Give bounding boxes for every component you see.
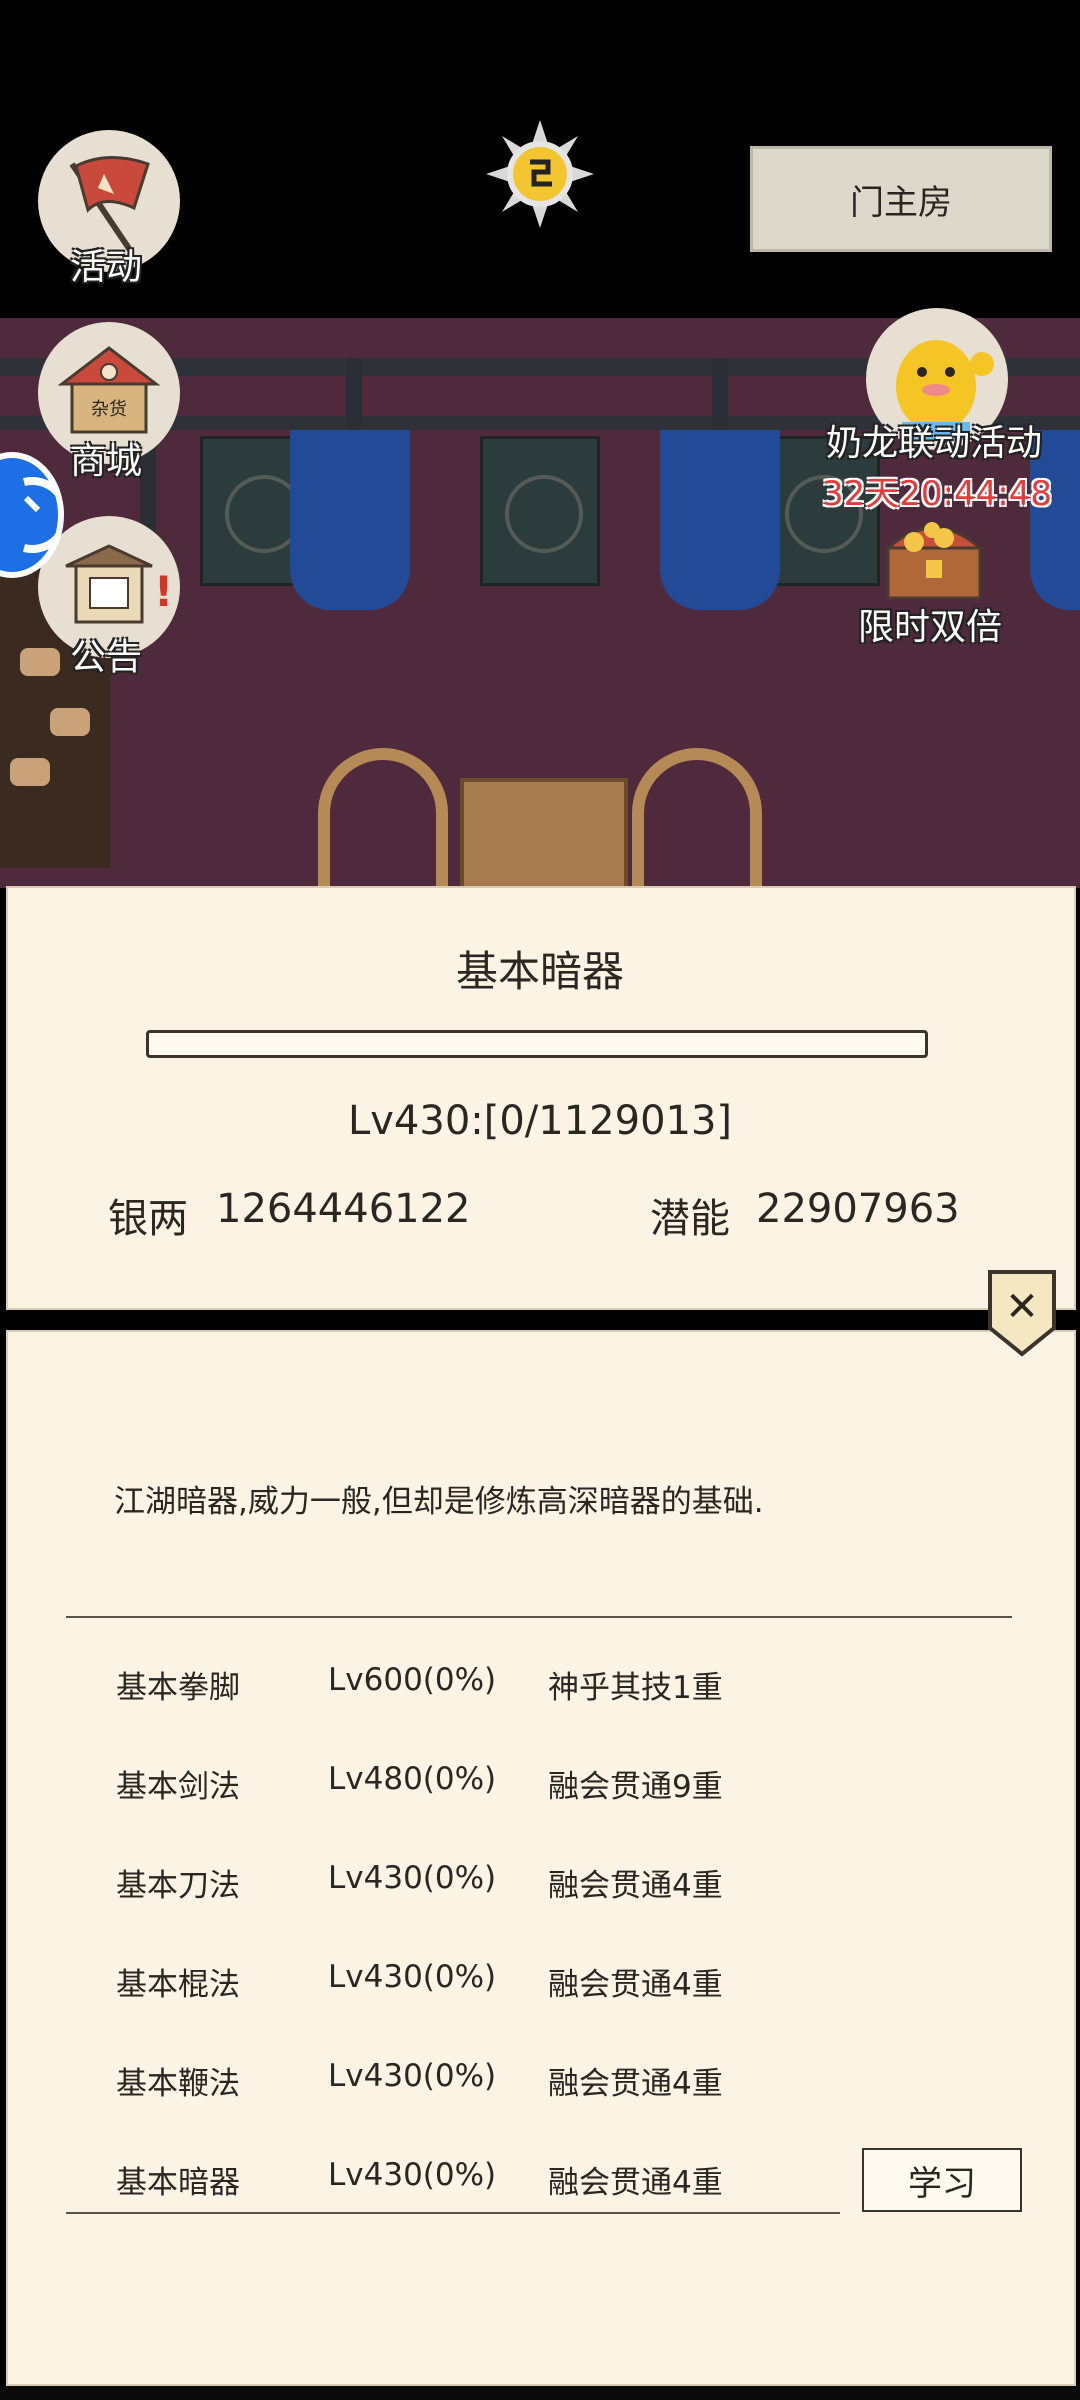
close-icon: ✕ [1005, 1284, 1039, 1330]
bottom-strip [0, 2386, 1080, 2400]
skill-rank: 融会贯通4重 [548, 2165, 723, 2201]
skill-description: 江湖暗器,威力一般,但却是修炼高深暗器的基础. [114, 1484, 764, 1520]
potential-label: 潜能 [650, 1196, 730, 1242]
wall-panel [480, 436, 600, 586]
skill-row: 基本拳脚 Lv600(0%) 神乎其技1重 [116, 1662, 976, 1722]
skill-level-text: Lv430:[0/1129013] [347, 1098, 733, 1144]
potential-value: 22907963 [756, 1186, 960, 1232]
skill-name: 基本暗器 [116, 2165, 240, 2201]
skill-rank: 神乎其技1重 [548, 1670, 723, 1706]
skill-rank: 融会贯通4重 [548, 1868, 723, 1904]
shop-label[interactable]: 商城 [70, 432, 142, 484]
notice-label[interactable]: 公告 [70, 628, 142, 680]
divider [66, 2212, 840, 2214]
activity-label[interactable]: 活动 [70, 238, 142, 290]
sun-icon[interactable] [484, 118, 596, 230]
skill-rank: 融会贯通9重 [548, 1769, 723, 1805]
chair [632, 748, 762, 888]
skill-level: Lv480(0%) [328, 1761, 497, 1797]
blue-curtain [290, 430, 410, 610]
skill-row: 基本棍法 Lv430(0%) 融会贯通4重 [116, 1959, 976, 2019]
skill-level: Lv600(0%) [328, 1662, 497, 1698]
blue-curtain [660, 430, 780, 610]
silver-label: 银两 [108, 1196, 188, 1242]
skill-level: Lv430(0%) [328, 1860, 497, 1896]
shop-sign-text: 杂货 [91, 399, 127, 420]
skill-rank: 融会贯通4重 [548, 2066, 723, 2102]
skill-title: 基本暗器 [455, 947, 624, 996]
skill-name: 基本剑法 [116, 1769, 240, 1805]
skill-level: Lv430(0%) [328, 1959, 497, 1995]
skill-level: Lv430(0%) [328, 2157, 497, 2193]
close-button[interactable]: ✕ [986, 1268, 1058, 1360]
learn-button[interactable]: 学习 [862, 2148, 1022, 2212]
exp-progress-bar [146, 1030, 928, 1058]
divider [66, 1616, 1012, 1618]
tea-table [460, 778, 628, 888]
silver-value: 1264446122 [216, 1186, 471, 1232]
collab-event-label[interactable]: 奶龙联动活动 [826, 414, 1042, 466]
double-reward-label[interactable]: 限时双倍 [858, 598, 1002, 650]
skill-row: 基本刀法 Lv430(0%) 融会贯通4重 [116, 1860, 976, 1920]
skill-row-selected[interactable]: 基本暗器 Lv430(0%) 融会贯通4重 [116, 2157, 976, 2217]
room-button[interactable]: 门主房 [750, 146, 1052, 252]
chair [318, 748, 448, 888]
svg-text:!: ! [154, 567, 173, 616]
skill-circle-icon[interactable] [0, 452, 71, 578]
skill-row: 基本鞭法 Lv430(0%) 融会贯通4重 [116, 2058, 976, 2118]
skill-name: 基本棍法 [116, 1967, 240, 2003]
skill-name: 基本拳脚 [116, 1670, 240, 1706]
skill-rank: 融会贯通4重 [548, 1967, 723, 2003]
skill-name: 基本鞭法 [116, 2066, 240, 2102]
skill-name: 基本刀法 [116, 1868, 240, 1904]
skill-level: Lv430(0%) [328, 2058, 497, 2094]
scroll [50, 708, 90, 736]
treasure-chest-icon[interactable] [874, 508, 994, 608]
skill-row: 基本剑法 Lv480(0%) 融会贯通9重 [116, 1761, 976, 1821]
scroll [10, 758, 50, 786]
